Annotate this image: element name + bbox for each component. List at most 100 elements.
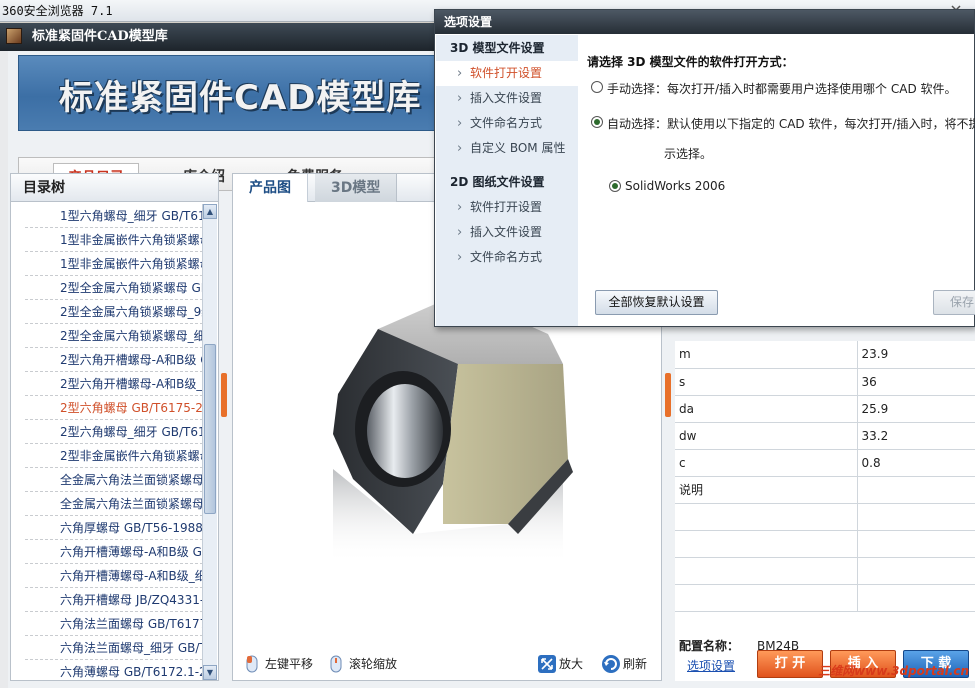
param-key: 说明 <box>675 476 858 504</box>
nav-2d-file-naming[interactable]: 文件命名方式 <box>436 245 578 270</box>
tree-item[interactable]: 六角开槽螺母 JB/ZQ4331-1997 <box>25 588 203 612</box>
param-key <box>675 557 858 585</box>
scroll-thumb[interactable] <box>204 344 216 514</box>
scroll-down-icon[interactable]: ▼ <box>203 665 217 680</box>
tree-item-selected[interactable]: 2型六角螺母 GB/T6175-2000 <box>25 396 203 420</box>
tree-list: 1型六角螺母_细牙 GB/T6171-2000 1型非金属嵌件六角锁紧螺母 1型… <box>25 204 203 680</box>
param-key: m <box>675 341 858 369</box>
dialog-nav: 3D 模型文件设置 软件打开设置 插入文件设置 文件命名方式 自定义 BOM 属… <box>436 35 578 326</box>
param-value <box>857 503 975 531</box>
nav-3d-open-settings[interactable]: 软件打开设置 <box>436 61 578 86</box>
dialog-title: 选项设置 <box>435 10 974 34</box>
param-key <box>675 503 858 531</box>
refresh-icon <box>601 654 620 674</box>
tab-3d-model[interactable]: 3D模型 <box>315 174 398 202</box>
param-key: c <box>675 449 858 477</box>
options-link[interactable]: 选项设置 <box>687 657 735 674</box>
nav-2d-insert-settings[interactable]: 插入文件设置 <box>436 220 578 245</box>
refresh-button[interactable]: 刷新 <box>601 654 647 674</box>
param-value: 23.9 <box>857 341 975 369</box>
software-label: SolidWorks 2006 <box>625 179 726 193</box>
banner: 标准紧固件CAD模型库 <box>18 55 448 131</box>
tree-item[interactable]: 2型非金属嵌件六角锁紧螺母 <box>25 444 203 468</box>
tree-item[interactable]: 全金属六角法兰面锁紧螺母 <box>25 468 203 492</box>
auto-select-option[interactable]: 自动选择：默认使用以下指定的 CAD 软件，每次打开/插入时，将不提 <box>591 115 975 132</box>
tab-product-image[interactable]: 产品图 <box>233 174 308 202</box>
tree-item[interactable]: 六角厚螺母 GB/T56-1988 <box>25 516 203 540</box>
collapse-tree-handle[interactable] <box>221 373 227 417</box>
parameter-table: m 23.9 s 36 da 25.9 dw 33.2 c 0.8 说明 <box>675 341 975 612</box>
tree-scrollbar[interactable]: ▲ ▼ <box>202 204 217 680</box>
tree-item[interactable]: 六角薄螺母 GB/T6172.1-2000 <box>25 660 203 680</box>
param-key <box>675 530 858 558</box>
tree-item[interactable]: 六角法兰面螺母_细牙 GB/T6177 <box>25 636 203 660</box>
table-row: m 23.9 <box>675 341 975 369</box>
tree-item[interactable]: 六角开槽薄螺母-A和B级 GB/T6181 <box>25 540 203 564</box>
table-row: s 36 <box>675 368 975 396</box>
scroll-up-icon[interactable]: ▲ <box>203 204 217 219</box>
solidworks-radio[interactable] <box>609 180 621 192</box>
parameter-panel: m 23.9 s 36 da 25.9 dw 33.2 c 0.8 说明 配置名称： BM2… <box>675 341 975 681</box>
tree-item[interactable]: 2型全金属六角锁紧螺母 GB/T6185 <box>25 276 203 300</box>
view-toolbar: 左键平移 滚轮缩放 放大 刷新 <box>233 646 661 680</box>
tree-item[interactable]: 六角开槽薄螺母-A和B级_细牙 <box>25 564 203 588</box>
restore-defaults-button[interactable]: 全部恢复默认设置 <box>595 290 718 315</box>
mouse-wheel-icon <box>327 654 345 674</box>
param-value <box>857 557 975 585</box>
dialog-heading: 请选择 3D 模型文件的软件打开方式： <box>587 55 794 69</box>
param-key: s <box>675 368 858 396</box>
nav-3d-file-naming[interactable]: 文件命名方式 <box>436 111 578 136</box>
nav-2d-open-settings[interactable]: 软件打开设置 <box>436 195 578 220</box>
tree-item[interactable]: 1型六角螺母_细牙 GB/T6171-2000 <box>25 204 203 228</box>
dialog-close-icon[interactable] <box>946 10 974 34</box>
mouse-left-icon <box>243 654 261 674</box>
tree-item[interactable]: 全金属六角法兰面锁紧螺母 <box>25 492 203 516</box>
watermark: 三维网www.3dportal.cn <box>818 664 969 678</box>
param-key: da <box>675 395 858 423</box>
pan-tool[interactable]: 左键平移 <box>243 654 313 674</box>
nav-group-3d: 3D 模型文件设置 <box>450 41 545 55</box>
tree-item[interactable]: 1型非金属嵌件六角锁紧螺母 <box>25 228 203 252</box>
nav-3d-custom-bom[interactable]: 自定义 BOM 属性 <box>436 136 578 161</box>
table-row <box>675 557 975 585</box>
action-bar: 选项设置 打 开 插 入 下 载 三维网www.3dportal.cn <box>675 647 975 681</box>
tree-item[interactable]: 六角法兰面螺母 GB/T6177 <box>25 612 203 636</box>
software-option[interactable]: SolidWorks 2006 <box>609 179 725 193</box>
tree-item[interactable]: 2型全金属六角锁紧螺母_9级 <box>25 300 203 324</box>
tree-item[interactable]: 1型非金属嵌件六角锁紧螺母 <box>25 252 203 276</box>
table-row <box>675 503 975 531</box>
tree-item[interactable]: 2型六角开槽螺母-A和B级 GB/T6178 <box>25 348 203 372</box>
collapse-params-handle[interactable] <box>665 373 671 417</box>
zoom-wheel-label: 滚轮缩放 <box>349 657 398 671</box>
param-value: 36 <box>857 368 975 396</box>
auto-radio[interactable] <box>591 116 603 128</box>
open-button[interactable]: 打 开 <box>757 650 823 678</box>
table-row <box>675 530 975 558</box>
nav-group-2d: 2D 图纸文件设置 <box>450 175 545 189</box>
options-dialog: 选项设置 3D 模型文件设置 软件打开设置 插入文件设置 文件命名方式 自定义 … <box>434 9 975 327</box>
table-row: dw 33.2 <box>675 422 975 450</box>
catalog-tree-panel: 目录树 1型六角螺母_细牙 GB/T6171-2000 1型非金属嵌件六角锁紧螺… <box>10 173 219 681</box>
table-row <box>675 584 975 612</box>
nav-3d-insert-settings[interactable]: 插入文件设置 <box>436 86 578 111</box>
param-value: 25.9 <box>857 395 975 423</box>
zoom-icon <box>537 654 556 674</box>
tree-header: 目录树 <box>11 174 218 202</box>
save-button[interactable]: 保存 <box>933 290 975 315</box>
zoom-button[interactable]: 放大 <box>537 654 583 674</box>
tree-item[interactable]: 2型全金属六角锁紧螺母_细牙 <box>25 324 203 348</box>
auto-label-continued: 示选择。 <box>648 145 712 162</box>
tree-item[interactable]: 2型六角螺母_细牙 GB/T6176-2000 <box>25 420 203 444</box>
param-value <box>857 584 975 612</box>
browser-title: 360安全浏览器 7.1 <box>2 4 113 18</box>
manual-select-option[interactable]: 手动选择：每次打开/插入时都需要用户选择使用哪个 CAD 软件。 <box>591 80 957 97</box>
dialog-content: 请选择 3D 模型文件的软件打开方式： 手动选择：每次打开/插入时都需要用户选择… <box>587 35 975 326</box>
manual-radio[interactable] <box>591 81 603 93</box>
tree-item[interactable]: 2型六角开槽螺母-A和B级_细牙 <box>25 372 203 396</box>
param-key <box>675 584 858 612</box>
auto-label: 自动选择：默认使用以下指定的 CAD 软件，每次打开/插入时，将不提 <box>607 117 975 131</box>
manual-label: 手动选择：每次打开/插入时都需要用户选择使用哪个 CAD 软件。 <box>607 82 957 96</box>
table-row: c 0.8 <box>675 449 975 477</box>
banner-title: 标准紧固件CAD模型库 <box>59 78 422 118</box>
zoom-wheel-tool[interactable]: 滚轮缩放 <box>327 654 397 674</box>
